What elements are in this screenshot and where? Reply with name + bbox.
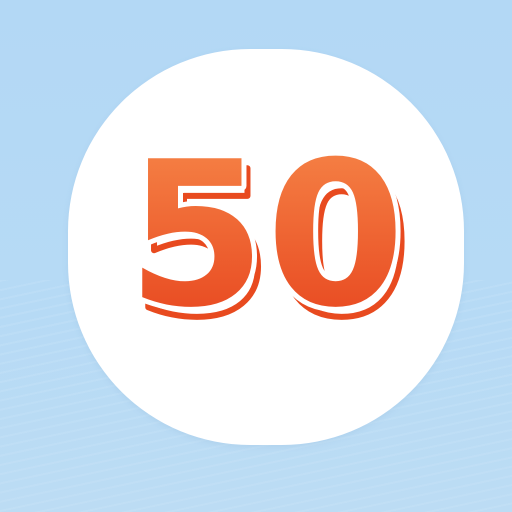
number-label: 50 xyxy=(127,119,405,352)
number-badge: 50 50 50 xyxy=(122,114,414,365)
